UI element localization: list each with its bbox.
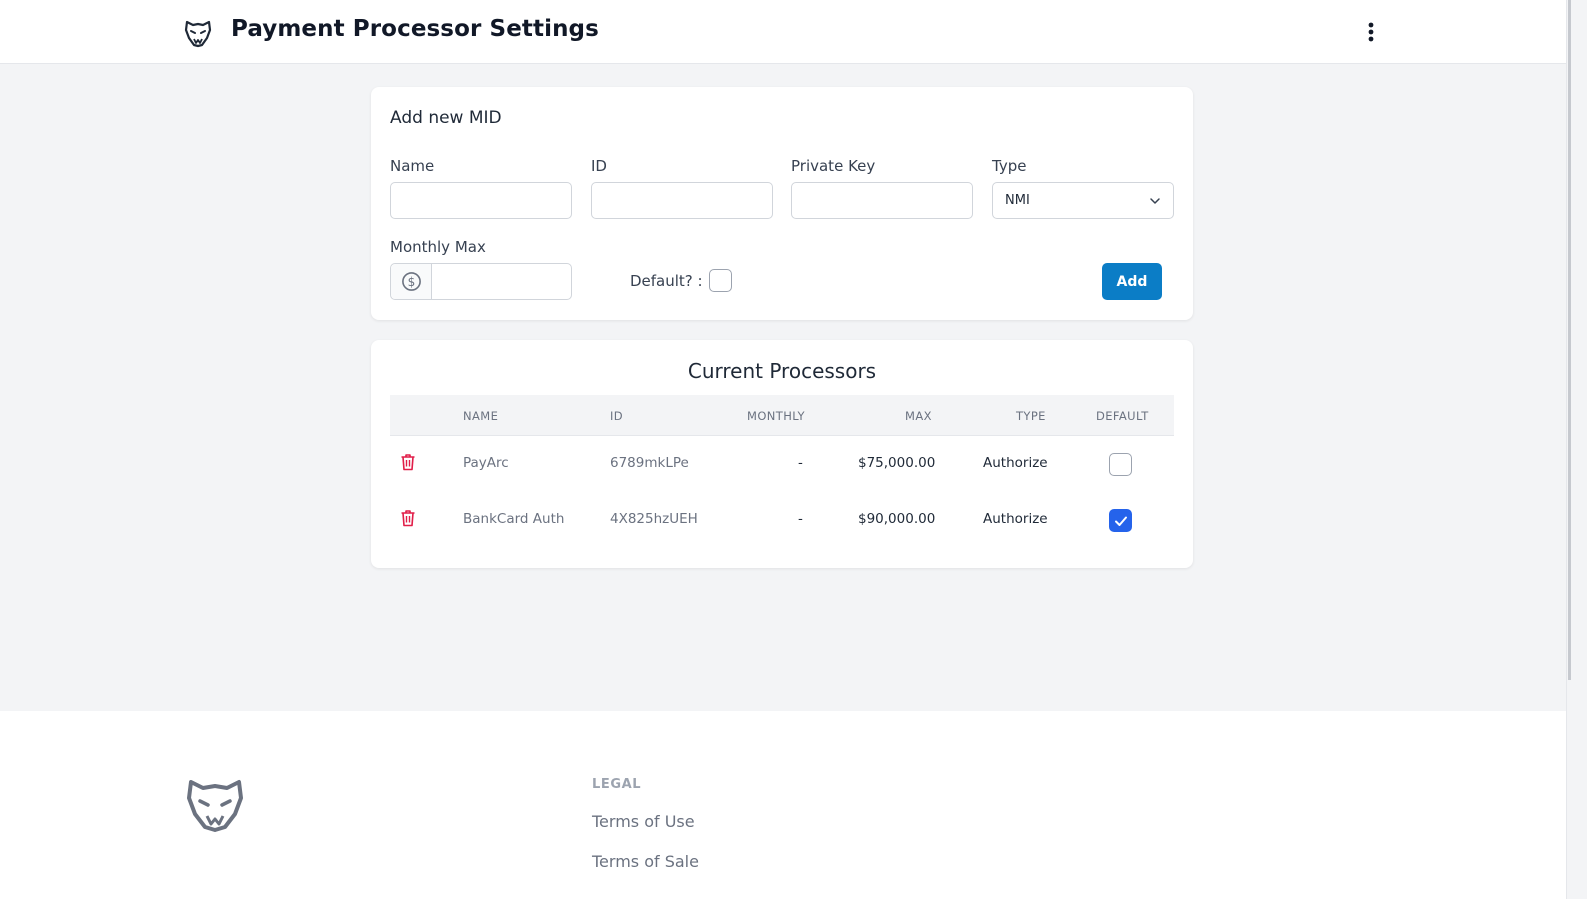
name-input[interactable]: [390, 182, 572, 219]
current-processors-card: Current Processors NAME ID MONTHLY MAX T…: [371, 340, 1193, 568]
row-monthly: -: [798, 455, 803, 471]
name-label: Name: [390, 157, 435, 175]
currency-prefix: $: [391, 264, 432, 299]
legal-heading: LEGAL: [592, 777, 642, 792]
column-header-max: MAX: [905, 409, 932, 423]
row-type: Authorize: [983, 511, 1048, 527]
row-name: BankCard Auth: [463, 511, 565, 527]
scrollbar[interactable]: [1566, 0, 1587, 899]
row-default-checkbox[interactable]: [1109, 509, 1132, 532]
column-header-monthly: MONTHLY: [747, 409, 805, 423]
column-header-id: ID: [610, 409, 624, 423]
row-max: $75,000.00: [858, 455, 936, 471]
type-select-value: NMI: [1005, 193, 1030, 208]
footer: LEGAL Terms of Use Terms of Sale: [0, 711, 1566, 899]
trash-icon[interactable]: [400, 453, 416, 471]
private-key-label: Private Key: [791, 157, 876, 175]
default-label: Default? :: [630, 272, 703, 290]
kebab-menu-icon[interactable]: [1360, 20, 1382, 44]
scrollbar-thumb[interactable]: [1568, 0, 1571, 680]
tiger-logo-icon: [187, 780, 243, 832]
current-processors-title: Current Processors: [687, 359, 877, 383]
row-type: Authorize: [983, 455, 1048, 471]
column-header-name: NAME: [463, 409, 499, 423]
page-title: Payment Processor Settings: [231, 16, 599, 42]
private-key-input[interactable]: [791, 182, 973, 219]
add-button[interactable]: Add: [1102, 263, 1162, 300]
terms-of-use-link[interactable]: Terms of Use: [592, 812, 695, 831]
type-select[interactable]: NMI: [992, 182, 1174, 219]
table-header: NAME ID MONTHLY MAX TYPE DEFAULT: [390, 395, 1174, 436]
default-checkbox[interactable]: [709, 269, 732, 292]
row-id: 4X825hzUEH: [610, 511, 698, 527]
table-row: BankCard Auth 4X825hzUEH - $90,000.00 Au…: [390, 492, 1174, 548]
add-mid-title: Add new MID: [390, 108, 502, 128]
row-default-checkbox[interactable]: [1109, 453, 1132, 476]
dollar-circle-icon: $: [402, 272, 421, 291]
svg-text:$: $: [408, 275, 416, 289]
trash-icon[interactable]: [400, 509, 416, 527]
tiger-logo-icon: [184, 20, 212, 48]
monthly-max-field[interactable]: $: [390, 263, 572, 300]
top-bar: Payment Processor Settings: [0, 0, 1566, 64]
column-header-default: DEFAULT: [1096, 409, 1149, 423]
id-input[interactable]: [591, 182, 773, 219]
monthly-max-label: Monthly Max: [390, 238, 486, 256]
chevron-down-icon: [1150, 198, 1160, 204]
row-name: PayArc: [463, 455, 509, 471]
type-label: Type: [992, 157, 1027, 175]
row-id: 6789mkLPe: [610, 455, 689, 471]
terms-of-sale-link[interactable]: Terms of Sale: [592, 852, 699, 871]
column-header-type: TYPE: [1016, 409, 1046, 423]
table-row: PayArc 6789mkLPe - $75,000.00 Authorize: [390, 436, 1174, 492]
row-monthly: -: [798, 511, 803, 527]
row-max: $90,000.00: [858, 511, 936, 527]
add-mid-card: Add new MID Name ID Private Key Type NMI…: [371, 87, 1193, 320]
checkmark-icon: [1115, 516, 1127, 526]
id-label: ID: [591, 157, 607, 175]
